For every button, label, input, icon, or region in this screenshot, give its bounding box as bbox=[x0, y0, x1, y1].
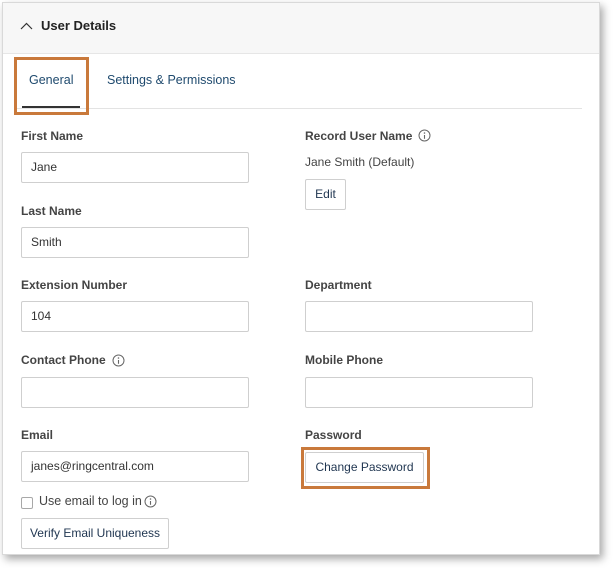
last-name-label: Last Name bbox=[21, 204, 82, 218]
extension-number-label: Extension Number bbox=[21, 278, 128, 292]
tab-settings-permissions[interactable]: Settings & Permissions bbox=[107, 73, 236, 87]
edit-button[interactable]: Edit bbox=[305, 179, 346, 210]
first-name-label: First Name bbox=[21, 129, 84, 143]
extension-number-input[interactable]: 104 bbox=[21, 301, 249, 332]
mobile-phone-input[interactable] bbox=[305, 377, 533, 408]
first-name-input[interactable]: Jane bbox=[21, 152, 249, 183]
use-email-login-checkbox[interactable] bbox=[21, 497, 33, 509]
chevron-up-icon[interactable] bbox=[20, 20, 33, 33]
email-label: Email bbox=[21, 428, 54, 442]
password-label: Password bbox=[305, 428, 362, 442]
highlight-box-change-password bbox=[301, 447, 430, 489]
user-details-panel: User Details General Settings & Permissi… bbox=[2, 2, 600, 555]
last-name-input[interactable]: Smith bbox=[21, 227, 249, 258]
panel-title: User Details bbox=[41, 18, 117, 33]
mobile-phone-label: Mobile Phone bbox=[305, 353, 383, 367]
contact-phone-label: Contact Phone bbox=[21, 353, 106, 367]
department-input[interactable] bbox=[305, 301, 533, 332]
highlight-box-general-tab bbox=[14, 57, 89, 115]
use-email-login-label[interactable]: Use email to log in bbox=[39, 494, 142, 508]
verify-email-uniqueness-button[interactable]: Verify Email Uniqueness bbox=[21, 518, 169, 549]
record-user-name-value: Jane Smith (Default) bbox=[305, 155, 415, 169]
email-input[interactable]: janes@ringcentral.com bbox=[21, 451, 249, 482]
info-icon[interactable] bbox=[112, 354, 125, 367]
contact-phone-input[interactable] bbox=[21, 377, 249, 408]
panel-header[interactable]: User Details bbox=[3, 3, 599, 54]
record-user-name-label: Record User Name bbox=[305, 129, 413, 143]
tab-divider bbox=[17, 108, 582, 109]
department-label: Department bbox=[305, 278, 372, 292]
info-icon[interactable] bbox=[418, 129, 431, 142]
info-icon[interactable] bbox=[144, 495, 157, 508]
